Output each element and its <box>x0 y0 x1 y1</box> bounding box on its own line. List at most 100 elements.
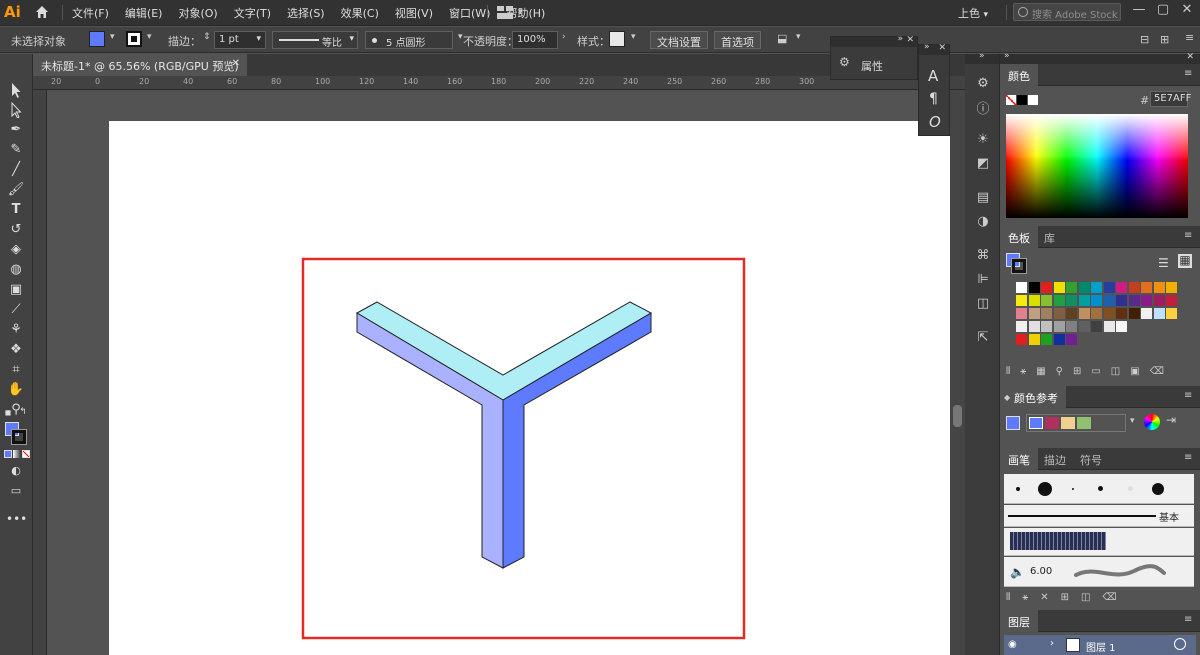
graphic-style-swatch[interactable] <box>609 31 625 47</box>
hand-tool-icon[interactable]: ✋ <box>6 382 26 400</box>
swatch-cell[interactable] <box>1128 282 1140 293</box>
brush-dot-tiny[interactable] <box>1072 488 1074 490</box>
visibility-eye-icon[interactable]: ◉ <box>1008 639 1020 651</box>
stroke-weight-field[interactable]: 1 pt ▾ <box>214 31 266 49</box>
swatch-cell[interactable] <box>1016 334 1027 345</box>
swatch-cell[interactable] <box>1053 295 1065 306</box>
panel-menu-icon[interactable]: ≡ <box>1185 31 1195 47</box>
swatch-cell[interactable] <box>1041 321 1052 332</box>
swatch-cell[interactable] <box>1053 308 1065 319</box>
variable-width-profile[interactable]: 等比 ▾ <box>272 31 358 49</box>
brush-dot-soft[interactable] <box>1128 486 1133 491</box>
fill-swatch[interactable] <box>89 31 105 47</box>
horizontal-ruler[interactable]: 20 0 20 40 60 80 100 120 140 160 180 200 220 240 250 26… <box>33 76 965 90</box>
swatch-cell[interactable] <box>1041 334 1052 345</box>
line-tool-icon[interactable]: ╱ <box>6 162 26 180</box>
swatch-cell[interactable] <box>1091 282 1102 293</box>
menu-edit[interactable]: 编辑(E) <box>125 5 163 21</box>
white-color-icon[interactable] <box>1028 95 1038 105</box>
swatch-cell[interactable] <box>1041 295 1052 306</box>
symbol-sprayer-tool-icon[interactable]: ❖ <box>6 342 26 360</box>
artboard-tool-icon[interactable]: ⌗ <box>6 362 26 380</box>
brush-dot-round[interactable] <box>1152 483 1164 495</box>
tab-stroke[interactable]: 描边 <box>1036 448 1074 470</box>
live-paint-tool-icon[interactable]: ⚘ <box>6 322 26 340</box>
swatch-cell[interactable] <box>1028 308 1040 319</box>
hex-field[interactable]: 5E7AFF <box>1150 91 1191 107</box>
panel-menu-icon[interactable]: ≡ <box>1184 231 1194 241</box>
vertical-ruler[interactable] <box>33 90 47 655</box>
document-tab[interactable]: 未标题-1* @ 65.56% (RGB/GPU 预览) ✕ <box>33 54 248 76</box>
swatch-cell[interactable] <box>1053 334 1065 345</box>
current-stroke-swatch[interactable] <box>1011 258 1027 274</box>
basic-brush-row[interactable]: 基本 <box>1004 505 1194 527</box>
panel-menu-icon[interactable]: ≡ <box>1184 391 1194 401</box>
swatch-cell[interactable] <box>1166 308 1177 319</box>
chevron-down-icon[interactable]: ▾ <box>1130 416 1135 426</box>
swatch-cell[interactable] <box>1066 334 1077 345</box>
pattern-brush-row[interactable] <box>1004 528 1194 556</box>
swatch-cell[interactable] <box>1066 295 1077 306</box>
direct-selection-tool-icon[interactable] <box>6 101 26 120</box>
paintbrush-tool-icon[interactable]: 🖌 <box>6 182 26 200</box>
swatch-cell[interactable] <box>1016 295 1027 306</box>
opacity-field[interactable]: 100% <box>512 31 558 49</box>
grid-view-icon[interactable]: ▦ <box>1178 254 1192 268</box>
swatch-cell[interactable] <box>1141 308 1152 319</box>
chevron-right-icon[interactable]: › <box>562 33 570 42</box>
gradient-tool-icon[interactable]: ▣ <box>6 282 26 300</box>
scroll-thumb[interactable] <box>953 405 962 427</box>
swatch-cell[interactable] <box>1028 295 1040 306</box>
chevron-down-icon[interactable]: ▾ <box>110 33 118 42</box>
gradient-mode-icon[interactable] <box>13 450 21 458</box>
panel-header[interactable]: » ✕ <box>919 42 949 55</box>
color-wheel-icon[interactable] <box>1144 414 1160 430</box>
pen-tool-icon[interactable]: ✒ <box>6 122 26 140</box>
restore-button[interactable]: ▢ <box>1153 2 1173 22</box>
export-icon[interactable]: ⇱ <box>974 330 992 348</box>
close-button[interactable]: ✕ <box>1177 2 1197 22</box>
swatch-cell[interactable] <box>1116 282 1127 293</box>
curvature-tool-icon[interactable]: ✎ <box>6 142 26 160</box>
swatch-cell[interactable] <box>1153 308 1165 319</box>
home-icon[interactable] <box>34 4 50 20</box>
swatch-cell[interactable] <box>1053 282 1065 293</box>
shape-builder-tool-icon[interactable]: ◍ <box>6 262 26 280</box>
swatch-cell[interactable] <box>1166 295 1177 306</box>
menu-file[interactable]: 文件(F) <box>72 5 109 21</box>
save-group-icon[interactable]: ⇥ <box>1166 413 1176 427</box>
collapse-icon[interactable]: » <box>979 51 985 61</box>
arrange-documents-icon[interactable] <box>497 6 513 19</box>
preferences-button[interactable]: 首选项 <box>714 31 761 49</box>
swatch-panel-footer-icons[interactable]: ⫴⚹▦⚲⊞▭◫▣⌫ <box>1006 366 1196 382</box>
close-icon[interactable]: ✕ <box>232 58 240 69</box>
close-icon[interactable]: ✕ <box>906 35 914 45</box>
swatch-cell[interactable] <box>1078 308 1090 319</box>
brush-panel-footer-icons[interactable]: ⫴⚹✕⊞◫⌫ <box>1006 592 1196 606</box>
stock-search-input[interactable]: 搜索 Adobe Stock <box>1013 3 1121 21</box>
swatch-cell[interactable] <box>1153 282 1165 293</box>
swatch-cell[interactable] <box>1028 321 1040 332</box>
swatch-cell[interactable] <box>1078 282 1090 293</box>
appearance-icon[interactable]: ☀ <box>974 132 992 150</box>
align-icon[interactable]: ⊫ <box>974 272 992 290</box>
dock-header[interactable]: » <box>965 51 999 64</box>
harmony-bar[interactable] <box>1026 414 1126 432</box>
document-setup-button[interactable]: 文档设置 <box>650 31 708 49</box>
eraser-tool-icon[interactable]: ◈ <box>6 242 26 260</box>
swatch-cell[interactable] <box>1141 282 1152 293</box>
swatch-cell[interactable] <box>1116 295 1127 306</box>
art-brush-row[interactable]: 🔈 6.00 <box>1004 557 1194 587</box>
workspace-switcher[interactable]: 上色 ▾ <box>958 5 988 21</box>
swatch-cell[interactable] <box>1103 321 1115 332</box>
arrange-icon[interactable]: ⬓ <box>777 32 791 46</box>
gradient-icon[interactable]: ▤ <box>974 190 992 208</box>
brush-dot-small[interactable] <box>1016 487 1020 491</box>
panel-menu-icon[interactable]: ≡ <box>1184 69 1194 79</box>
swatch-cell[interactable] <box>1066 282 1077 293</box>
eyedropper-tool-icon[interactable]: ⟋ <box>6 302 26 320</box>
graphic-styles-icon[interactable]: ◩ <box>974 156 992 174</box>
menu-view[interactable]: 视图(V) <box>395 5 433 21</box>
menu-window[interactable]: 窗口(W) <box>449 5 490 21</box>
tab-swatches[interactable]: 色板 <box>1000 226 1038 248</box>
